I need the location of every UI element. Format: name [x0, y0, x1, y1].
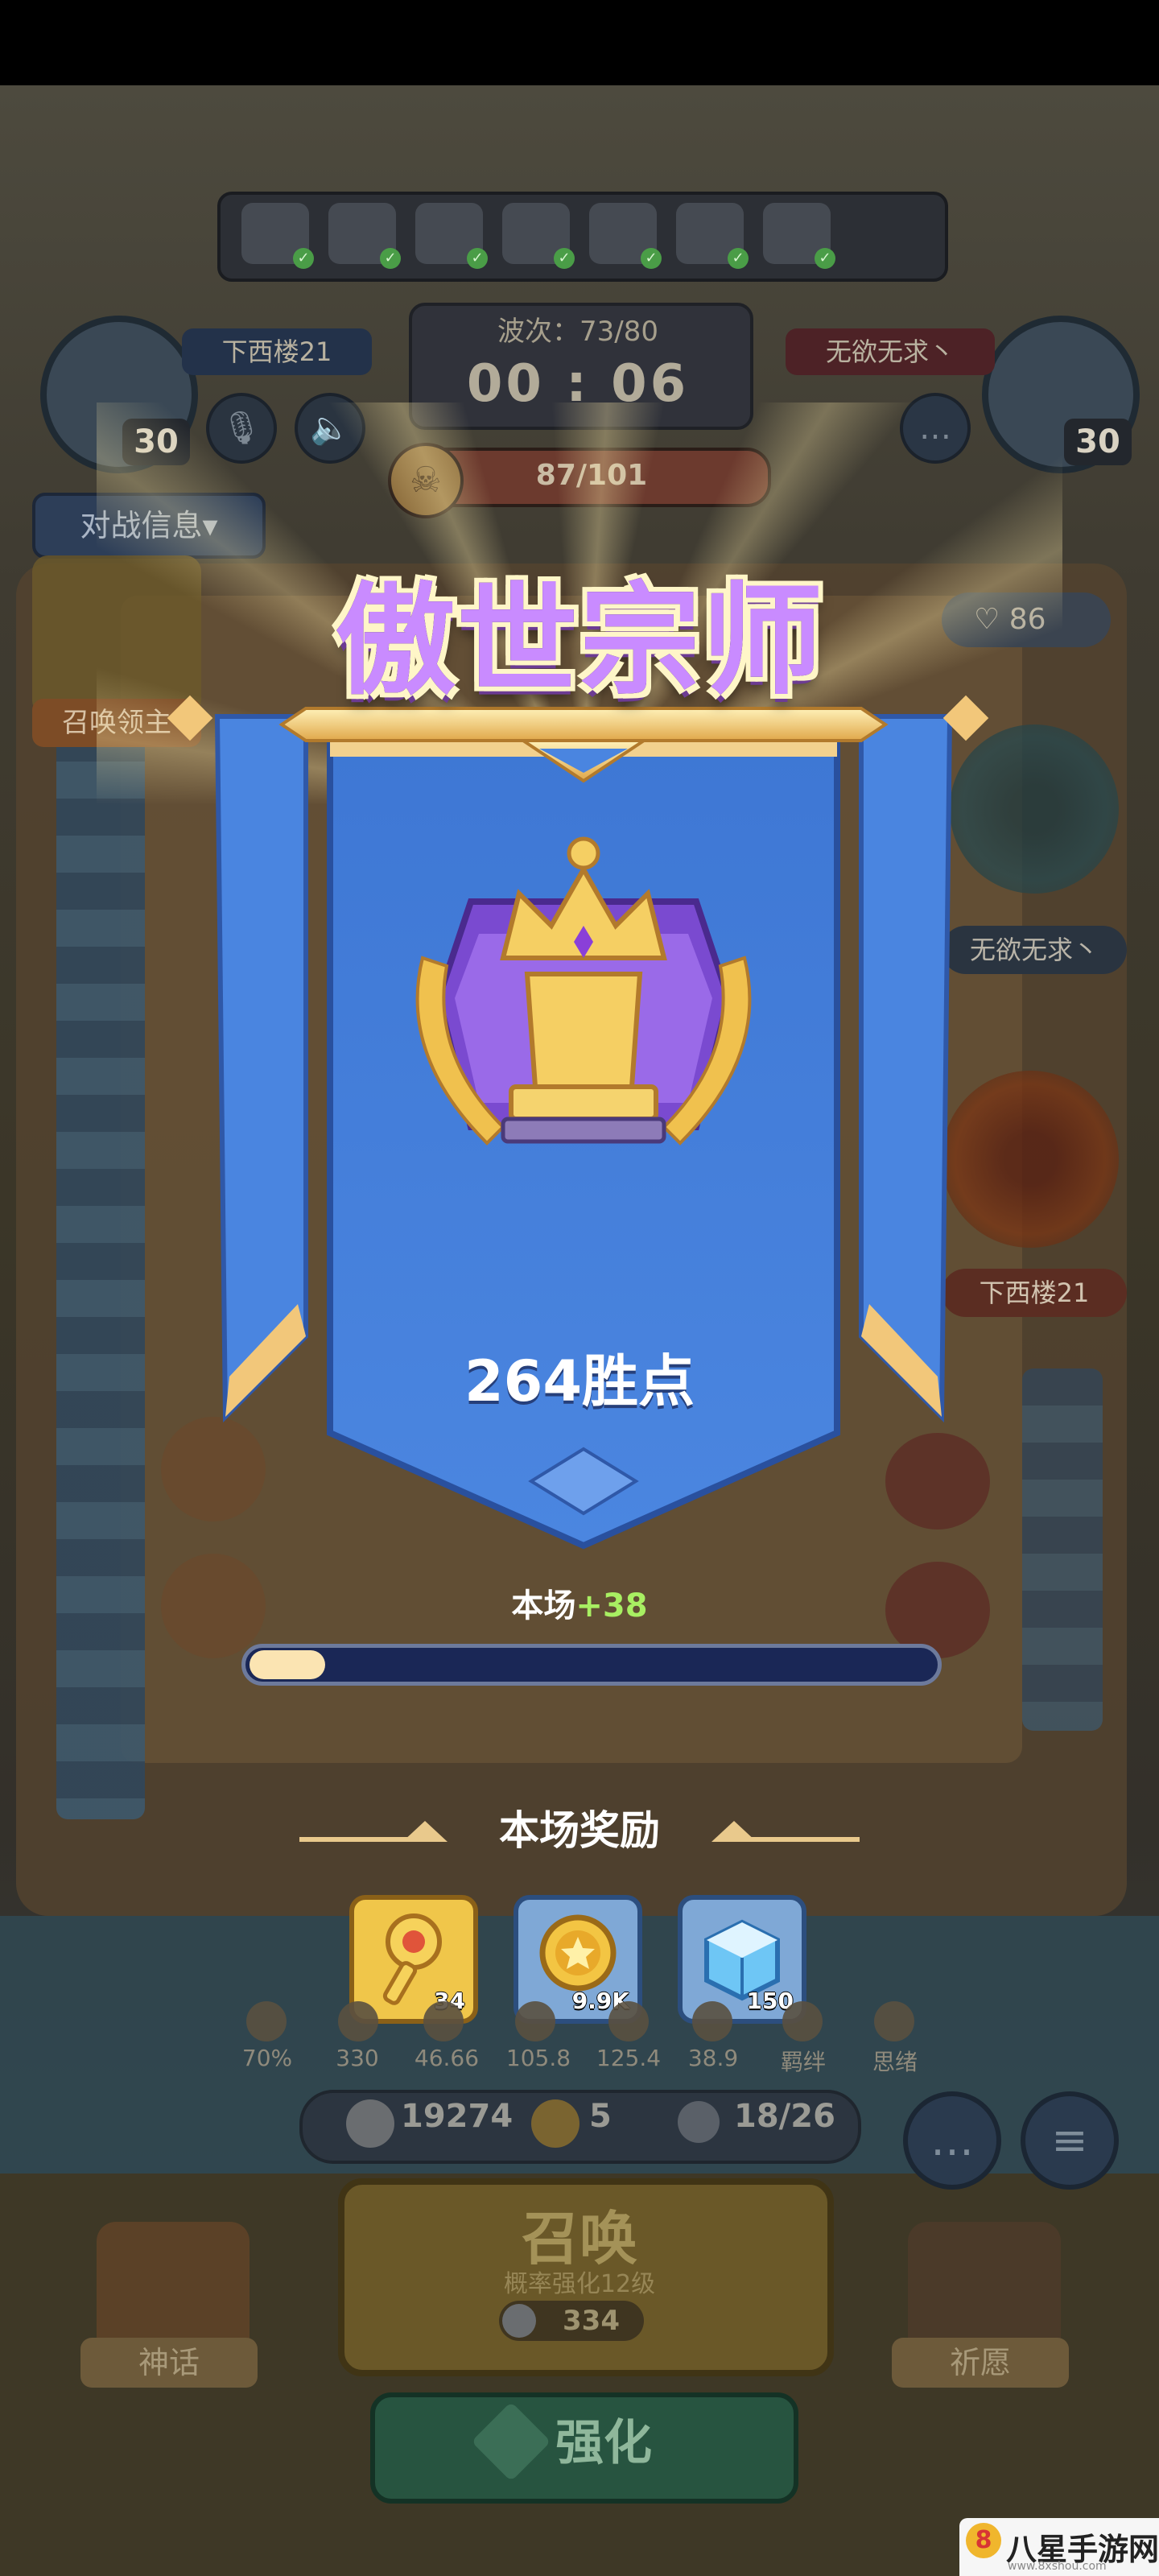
upgrade-label: 强化 [555, 2415, 652, 2471]
stat-value: 105.8 [505, 2045, 571, 2071]
unit-column-left [56, 724, 145, 1819]
check-icon: ✓ [293, 248, 314, 269]
thought-label[interactable]: 思绪 [855, 2045, 935, 2077]
check-icon: ✓ [554, 248, 575, 269]
hero-slot[interactable]: ✓ [328, 203, 401, 269]
check-icon: ✓ [641, 248, 662, 269]
stat-value: 125.4 [596, 2045, 662, 2071]
thought-icon[interactable] [874, 2001, 914, 2041]
stat-icon [423, 2001, 464, 2041]
session-gain: 本场+38 [419, 1579, 740, 1626]
hero-slot[interactable]: ✓ [241, 203, 314, 269]
reward-title: 本场奖励 [499, 1807, 660, 1854]
wish-button[interactable]: 祈愿 [892, 2338, 1069, 2388]
summon-subtitle: 概率强化12级 [503, 2270, 656, 2298]
population-count: 18/26 [734, 2098, 835, 2135]
stat-icon [692, 2001, 732, 2041]
hero-slot[interactable]: ✓ [502, 203, 575, 269]
watermark-logo: 8 [966, 2523, 1001, 2558]
player-name-right: 无欲无求丶 [786, 328, 995, 375]
myth-button[interactable]: 神话 [80, 2338, 258, 2388]
hero-slot[interactable]: ✓ [415, 203, 488, 269]
session-delta: +38 [575, 1587, 648, 1624]
stat-value: 330 [336, 2045, 379, 2071]
silver-amount: 19274 [401, 2098, 514, 2135]
hero-slot[interactable]: ✓ [589, 203, 662, 269]
hero-slot[interactable]: ✓ [676, 203, 749, 269]
stat-value: 46.66 [414, 2045, 480, 2071]
opponent-side-label: 无欲无求丶 [942, 926, 1127, 974]
bond-label[interactable]: 羁绊 [763, 2045, 843, 2077]
session-prefix: 本场 [511, 1587, 576, 1624]
population-icon [678, 2101, 720, 2143]
summon-cost: 334 [563, 2305, 620, 2337]
clover-amount: 5 [589, 2098, 612, 2135]
clover-coin-icon [531, 2099, 580, 2148]
menu-button[interactable]: ≡ [1021, 2091, 1119, 2190]
hero-lineup-bar [217, 192, 948, 282]
watermark-url: www.8xshou.com [1008, 2560, 1107, 2573]
check-icon: ✓ [467, 248, 488, 269]
stat-value: 38.9 [687, 2045, 739, 2071]
stat-icon [515, 2001, 555, 2041]
chat-button[interactable]: … [903, 2091, 1001, 2190]
portal-fire [942, 1071, 1119, 1248]
bond-icon[interactable] [782, 2001, 823, 2041]
stat-value: 70% [241, 2045, 293, 2071]
stat-icon [608, 2001, 649, 2041]
wave-counter: 波次：73/80 [497, 316, 658, 348]
rank-progress-track [241, 1644, 942, 1686]
player-name-left: 下西楼21 [182, 328, 372, 375]
check-icon: ✓ [815, 248, 835, 269]
silver-coin-icon [346, 2099, 394, 2148]
check-icon: ✓ [728, 248, 749, 269]
check-icon: ✓ [380, 248, 401, 269]
rank-banner [214, 707, 953, 1550]
unit-column-right [1022, 1368, 1103, 1731]
player-side-label: 下西楼21 [942, 1269, 1127, 1317]
win-points: 264胜点 [464, 1348, 695, 1414]
rank-progress-fill [250, 1650, 325, 1679]
status-bar [0, 0, 1159, 85]
hero-slot[interactable]: ✓ [763, 203, 835, 269]
reward-item-ice-cube[interactable]: 150 [678, 1895, 806, 2024]
stat-icon [338, 2001, 378, 2041]
heart-stat-icon [246, 2001, 287, 2041]
player-level-right: 30 [1064, 419, 1132, 465]
rank-title: 傲世宗师 [334, 572, 824, 712]
